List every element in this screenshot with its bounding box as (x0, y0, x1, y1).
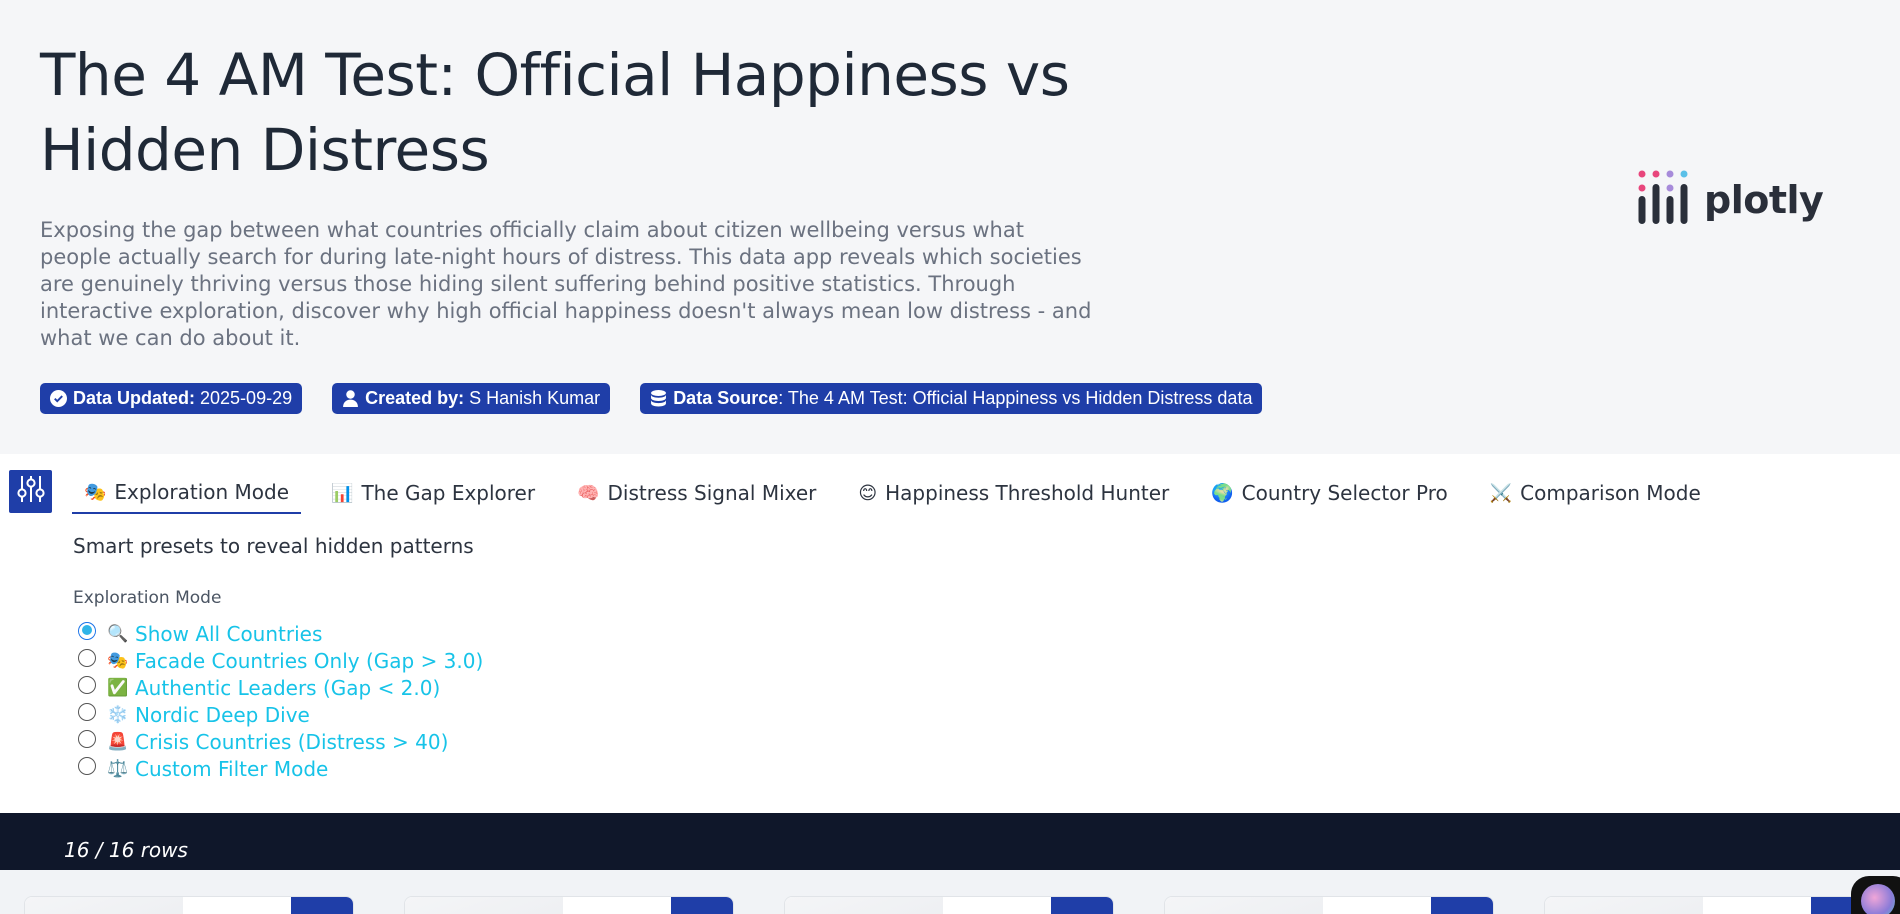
settings-toggle-button[interactable] (9, 470, 52, 513)
card-accent (291, 897, 353, 914)
tab-label: Exploration Mode (114, 480, 290, 504)
tab-country-selector-pro[interactable]: 🌍 Country Selector Pro (1199, 472, 1459, 514)
exploration-mode-radio-group: 🔍 Show All Countries 🎭 Facade Countries … (78, 620, 483, 782)
tab-comparison-mode[interactable]: ⚔️ Comparison Mode (1478, 472, 1713, 514)
radio-button[interactable] (78, 648, 96, 667)
user-icon (341, 390, 359, 408)
card-body (943, 897, 1053, 914)
magnifier-icon: 🔍 (107, 623, 129, 643)
card-accent (671, 897, 733, 914)
data-source-badge: Data Source : The 4 AM Test: Official Ha… (640, 383, 1263, 414)
card-body (183, 897, 293, 914)
card-body (25, 897, 183, 914)
tab-gap-explorer[interactable]: 📊 The Gap Explorer (319, 472, 547, 514)
badge-label: Data Updated: (73, 388, 196, 408)
card-body (405, 897, 563, 914)
tab-label: Comparison Mode (1520, 481, 1701, 505)
kpi-card (24, 896, 354, 914)
snowflake-icon: ❄️ (107, 704, 129, 724)
radio-label[interactable]: Crisis Countries (Distress > 40) (135, 730, 448, 754)
balance-scale-icon: ⚖️ (107, 758, 129, 778)
tab-happiness-threshold-hunter[interactable]: 😊 Happiness Threshold Hunter (846, 472, 1181, 514)
radio-facade-countries[interactable]: 🎭 Facade Countries Only (Gap > 3.0) (78, 647, 483, 674)
card-body (563, 897, 673, 914)
radio-custom-filter-mode[interactable]: ⚖️ Custom Filter Mode (78, 755, 483, 782)
badge-label: Data Source (673, 388, 779, 408)
kpi-card (1544, 896, 1874, 914)
kpi-card (784, 896, 1114, 914)
radio-label[interactable]: Authentic Leaders (Gap < 2.0) (135, 676, 440, 700)
badge-value: : The 4 AM Test: Official Happiness vs H… (778, 388, 1253, 408)
tab-label: The Gap Explorer (361, 481, 536, 505)
rows-count: 16 / 16 rows (64, 838, 188, 862)
card-row (0, 870, 1900, 914)
radio-button[interactable] (78, 621, 96, 640)
plotly-logo[interactable]: plotly (1638, 170, 1824, 229)
logo-text: plotly (1704, 177, 1824, 222)
card-body (1545, 897, 1703, 914)
badge-value: S Hanish Kumar (469, 388, 601, 408)
status-bar (0, 813, 1900, 870)
radio-button[interactable] (78, 729, 96, 748)
tab-bar: 🎭 Exploration Mode 📊 The Gap Explorer 🧠 … (72, 472, 1731, 514)
assistant-avatar-icon (1861, 884, 1895, 914)
tab-label: Happiness Threshold Hunter (885, 481, 1170, 505)
radio-label[interactable]: Show All Countries (135, 622, 322, 646)
created-by-badge: Created by: S Hanish Kumar (332, 383, 611, 414)
header: The 4 AM Test: Official Happiness vs Hid… (0, 0, 1900, 454)
radio-group-label: Exploration Mode (73, 588, 222, 608)
database-icon (649, 390, 667, 408)
check-circle-icon (49, 390, 67, 408)
tab-label: Distress Signal Mixer (607, 481, 817, 505)
bar-chart-icon: 📊 (331, 482, 354, 504)
radio-button[interactable] (78, 756, 96, 775)
check-mark-icon: ✅ (107, 677, 129, 697)
card-accent (1051, 897, 1113, 914)
panel-subtitle: Smart presets to reveal hidden patterns (73, 534, 474, 558)
card-body (785, 897, 943, 914)
globe-icon: 🌍 (1211, 482, 1234, 504)
plotly-mark-icon (1638, 170, 1690, 229)
theater-masks-icon: 🎭 (107, 650, 129, 670)
kpi-card (404, 896, 734, 914)
page-title: The 4 AM Test: Official Happiness vs Hid… (40, 41, 1070, 184)
badge-label: Created by: (365, 388, 465, 408)
tab-label: Country Selector Pro (1241, 481, 1448, 505)
card-body (1165, 897, 1323, 914)
radio-button[interactable] (78, 675, 96, 694)
sliders-icon (16, 474, 45, 509)
radio-label[interactable]: Nordic Deep Dive (135, 703, 310, 727)
badge-value: 2025-09-29 (200, 388, 293, 408)
radio-authentic-leaders[interactable]: ✅ Authentic Leaders (Gap < 2.0) (78, 674, 483, 701)
card-body (1703, 897, 1813, 914)
brain-icon: 🧠 (577, 482, 600, 504)
radio-label[interactable]: Custom Filter Mode (135, 757, 328, 781)
kpi-card (1164, 896, 1494, 914)
page-description: Exposing the gap between what countries … (40, 218, 1092, 350)
radio-button[interactable] (78, 702, 96, 721)
tab-distress-signal-mixer[interactable]: 🧠 Distress Signal Mixer (565, 472, 828, 514)
theater-masks-icon: 🎭 (84, 481, 107, 503)
siren-icon: 🚨 (107, 731, 129, 751)
crossed-swords-icon: ⚔️ (1489, 482, 1513, 504)
radio-crisis-countries[interactable]: 🚨 Crisis Countries (Distress > 40) (78, 728, 483, 755)
badge-row: Data Updated: 2025-09-29 Created by: S H… (40, 383, 1263, 414)
radio-label[interactable]: Facade Countries Only (Gap > 3.0) (135, 649, 483, 673)
card-body (1323, 897, 1433, 914)
radio-nordic-deep-dive[interactable]: ❄️ Nordic Deep Dive (78, 701, 483, 728)
data-updated-badge: Data Updated: 2025-09-29 (40, 383, 303, 414)
tab-exploration-mode[interactable]: 🎭 Exploration Mode (72, 472, 302, 514)
smile-icon: 😊 (858, 482, 878, 504)
radio-show-all-countries[interactable]: 🔍 Show All Countries (78, 620, 483, 647)
card-accent (1431, 897, 1493, 914)
